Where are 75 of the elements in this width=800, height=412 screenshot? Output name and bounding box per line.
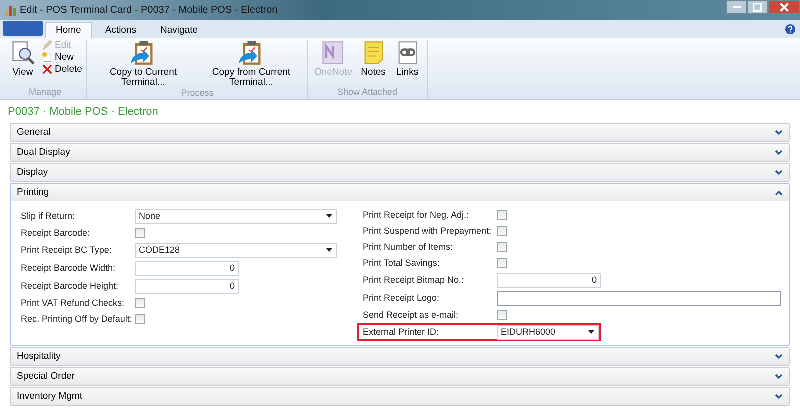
dropdown-field[interactable]: CODE128	[135, 242, 337, 258]
field-label: Print VAT Refund Checks:	[21, 298, 126, 308]
checkbox[interactable]	[497, 210, 507, 220]
group-label: Process	[180, 88, 215, 100]
close-button[interactable]	[768, 0, 800, 14]
field-label: Receipt Barcode:	[21, 228, 92, 238]
ribbon-tab[interactable]: Actions	[94, 22, 148, 38]
field-label: Receipt Barcode Width:	[21, 263, 117, 273]
ribbon-button[interactable]: New	[42, 52, 82, 63]
input-field[interactable]: 0	[497, 272, 601, 288]
section-header[interactable]: Printing	[11, 184, 789, 201]
ribbon-button[interactable]: View	[8, 40, 38, 87]
checkbox[interactable]	[135, 228, 145, 238]
chevron-up-icon	[775, 190, 783, 196]
ribbon-button[interactable]: Copy from Current Terminal...	[199, 40, 304, 88]
ribbon-button[interactable]: Delete	[42, 64, 82, 75]
dropdown-field[interactable]: None	[135, 208, 337, 224]
chevron-down-icon	[775, 354, 783, 360]
caret-icon	[588, 330, 595, 334]
field-label: Print Total Savings:	[363, 258, 441, 268]
ribbon-button[interactable]: Notes	[358, 40, 388, 87]
checkbox[interactable]	[497, 226, 507, 236]
field-label: Slip if Return:	[21, 211, 76, 221]
checkbox[interactable]	[497, 242, 507, 252]
onenote-icon	[320, 40, 346, 66]
group-label: Manage	[28, 87, 62, 99]
input-field[interactable]: 0	[135, 278, 239, 294]
magnifier-page-icon	[10, 40, 36, 66]
minimize-button[interactable]	[726, 0, 747, 14]
section-header[interactable]: Special Order	[11, 368, 789, 385]
section-header[interactable]: General	[11, 124, 789, 141]
caret-icon	[326, 214, 333, 218]
chevron-down-icon	[775, 394, 783, 400]
field-label: Receipt Barcode Height:	[21, 281, 120, 291]
input-field[interactable]: 0	[135, 260, 239, 276]
maximize-icon	[753, 2, 762, 12]
minimize-icon	[732, 6, 740, 8]
ribbon-tab[interactable]: Navigate	[150, 22, 209, 38]
dropdown-field[interactable]: EIDURH6000	[497, 324, 599, 340]
checkbox[interactable]	[135, 298, 145, 308]
checkbox[interactable]	[497, 310, 507, 320]
field-label: Print Receipt BC Type:	[21, 245, 113, 255]
field-label: Send Receipt as e-mail:	[363, 310, 460, 320]
maximize-button[interactable]	[747, 0, 768, 14]
chevron-down-icon	[775, 374, 783, 380]
field-label: Print Number of Items:	[363, 242, 454, 252]
group-label: Show Attached	[336, 87, 398, 99]
new-page-icon	[42, 52, 53, 63]
chevron-down-icon	[775, 150, 783, 156]
chevron-down-icon	[775, 130, 783, 136]
section-header[interactable]: Hospitality	[11, 348, 789, 365]
field-label: Print Receipt Logo:	[363, 293, 441, 303]
field-label: Print Suspend with Prepayment:	[363, 226, 493, 236]
ribbon-tab[interactable]: Home	[45, 22, 92, 38]
ribbon-button[interactable]: Copy to Current Terminal...	[91, 40, 196, 88]
section-header[interactable]: Display	[11, 164, 789, 181]
chevron-down-icon	[775, 170, 783, 176]
page-title: P0037 · Mobile POS - Electron	[7, 105, 160, 120]
field-label: Rec. Printing Off by Default:	[21, 314, 134, 324]
field-label: Print Receipt Bitmap No.:	[363, 275, 466, 285]
help-icon	[785, 24, 796, 35]
bar-chart-icon	[4, 4, 16, 16]
checkbox[interactable]	[135, 314, 145, 324]
field-label: External Printer ID:	[363, 327, 440, 337]
cross-icon	[42, 64, 53, 75]
window-title: Edit - POS Terminal Card - P0037 · Mobile POS - Electron	[20, 4, 278, 16]
input-field[interactable]	[497, 290, 781, 306]
section-header[interactable]: Dual Display	[11, 144, 789, 161]
caret-icon	[326, 248, 333, 252]
field-label: Print Receipt for Neg. Adj.:	[363, 210, 470, 220]
checkbox[interactable]	[497, 258, 507, 268]
close-icon	[780, 2, 788, 12]
pencil-icon	[42, 40, 53, 51]
section-header[interactable]: Inventory Mgmt	[11, 388, 789, 405]
ribbon-button[interactable]: Links	[392, 40, 422, 87]
